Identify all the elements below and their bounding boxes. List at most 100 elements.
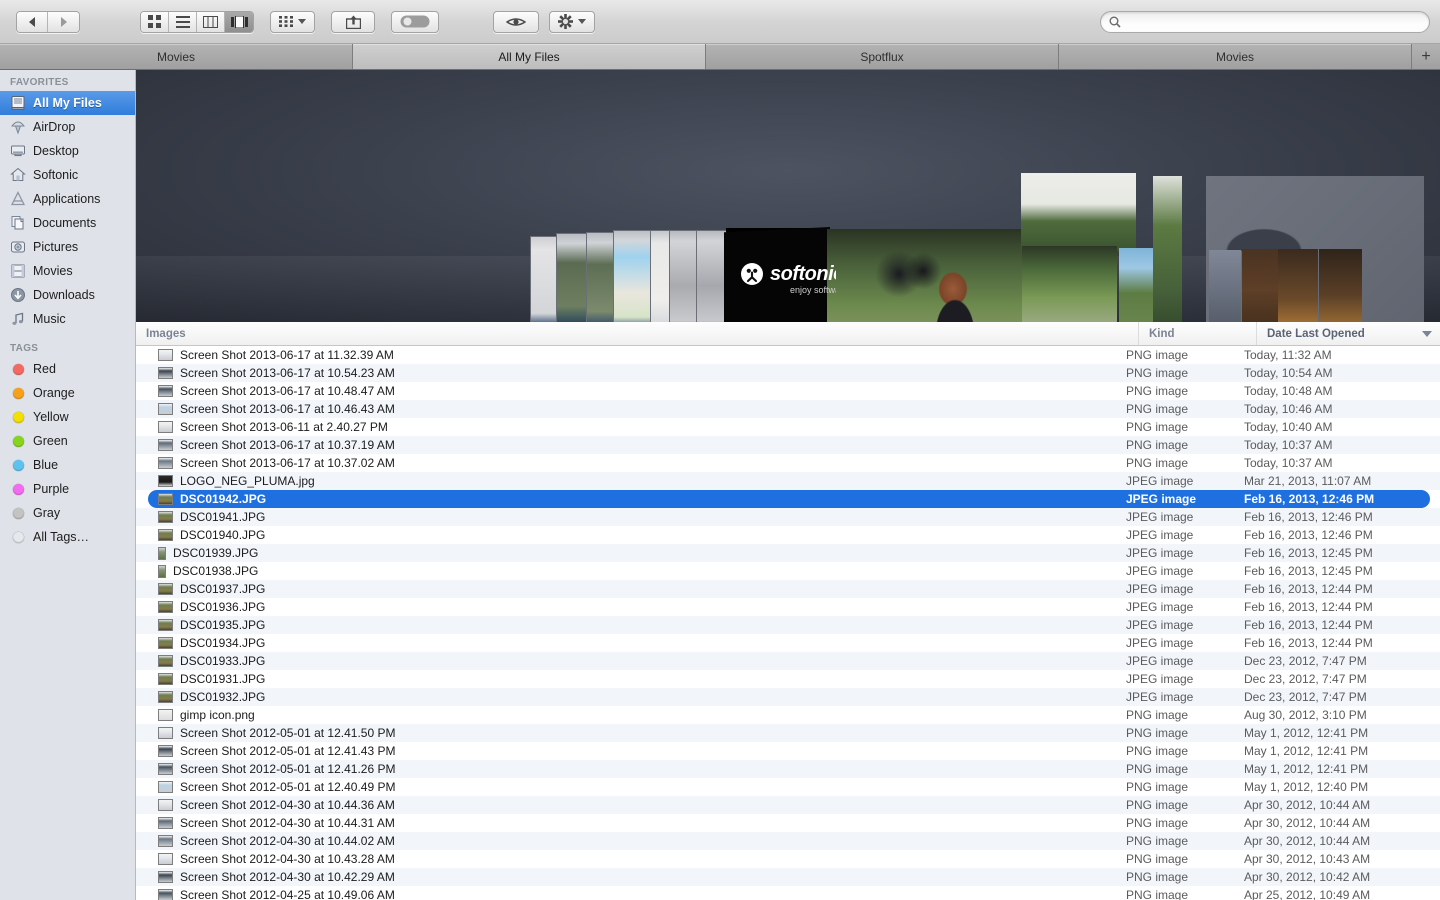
share-button[interactable] — [331, 10, 375, 33]
action-menu-button[interactable] — [549, 10, 595, 33]
table-row[interactable]: Screen Shot 2012-04-30 at 10.43.28 AM PNG… — [136, 850, 1440, 868]
coverflow-card-current[interactable] — [827, 229, 1023, 322]
sidebar-item-downloads[interactable]: Downloads — [0, 283, 135, 307]
sidebar-tag-orange[interactable]: Orange — [0, 381, 135, 405]
search-input[interactable] — [1126, 15, 1421, 29]
table-row[interactable]: LOGO_NEG_PLUMA.jpg JPEG image Mar 21, 2013… — [136, 472, 1440, 490]
forward-button[interactable] — [48, 11, 79, 32]
sidebar-tag-red[interactable]: Red — [0, 357, 135, 381]
coverflow-card[interactable] — [1209, 250, 1241, 322]
sidebar-item-pictures[interactable]: Pictures — [0, 235, 135, 259]
arrange-by-button[interactable] — [270, 10, 315, 33]
sidebar-tag-label: Blue — [33, 458, 59, 472]
cell-kind: JPEG image — [1126, 474, 1194, 488]
icon-view-button[interactable] — [141, 11, 169, 32]
cell-kind: PNG image — [1126, 708, 1189, 722]
screenshot-thumb-icon — [158, 817, 173, 829]
search-field[interactable] — [1100, 11, 1430, 33]
sidebar-item-documents[interactable]: Documents — [0, 211, 135, 235]
table-row[interactable]: Screen Shot 2012-04-30 at 10.44.36 AM PNG… — [136, 796, 1440, 814]
table-row[interactable]: DSC01932.JPG JPEG image Dec 23, 2012, 7:47… — [136, 688, 1440, 706]
sidebar-tag-green[interactable]: Green — [0, 429, 135, 453]
table-row[interactable]: Screen Shot 2012-04-30 at 10.44.02 AM PNG… — [136, 832, 1440, 850]
cell-name: DSC01933.JPG — [136, 654, 1126, 668]
file-name-label: Screen Shot 2012-05-01 at 12.41.26 PM — [180, 762, 396, 776]
table-row[interactable]: DSC01939.JPG JPEG image Feb 16, 2013, 12:4… — [136, 544, 1440, 562]
file-name-label: gimp icon.png — [180, 708, 255, 722]
table-row[interactable]: DSC01940.JPG JPEG image Feb 16, 2013, 12:4… — [136, 526, 1440, 544]
table-row[interactable]: DSC01937.JPG JPEG image Feb 16, 2013, 12:4… — [136, 580, 1440, 598]
table-row[interactable]: DSC01938.JPG JPEG image Feb 16, 2013, 12:4… — [136, 562, 1440, 580]
sidebar-item-desktop[interactable]: Desktop — [0, 139, 135, 163]
cell-name: Screen Shot 2012-04-30 at 10.43.28 AM — [136, 852, 1126, 866]
coverflow-card[interactable] — [1319, 249, 1362, 322]
file-name-label: LOGO_NEG_PLUMA.jpg — [180, 474, 315, 488]
table-row[interactable]: DSC01942.JPG JPEG image Feb 16, 2013, 12:4… — [136, 490, 1440, 508]
file-name-label: DSC01931.JPG — [180, 672, 266, 686]
tab-1[interactable]: All My Files — [353, 44, 706, 69]
coverflow-card[interactable] — [1153, 176, 1182, 322]
coverflow-card[interactable] — [1119, 248, 1154, 322]
table-row[interactable]: Screen Shot 2013-06-17 at 11.32.39 AM PNG… — [136, 346, 1440, 364]
tag-toggle-icon — [400, 15, 430, 28]
table-row[interactable]: Screen Shot 2012-05-01 at 12.41.26 PM PNG… — [136, 760, 1440, 778]
sidebar-tag-blue[interactable]: Blue — [0, 453, 135, 477]
list-view-button[interactable] — [169, 11, 197, 32]
sidebar-item-music[interactable]: Music — [0, 307, 135, 331]
table-row[interactable]: DSC01936.JPG JPEG image Feb 16, 2013, 12:4… — [136, 598, 1440, 616]
coverflow-view-button[interactable] — [225, 11, 253, 32]
column-header-images[interactable]: Images — [136, 322, 1138, 345]
coverflow-card[interactable] — [1242, 249, 1278, 322]
sidebar-item-softonic[interactable]: Softonic — [0, 163, 135, 187]
table-row[interactable]: Screen Shot 2013-06-11 at 2.40.27 PM PNG … — [136, 418, 1440, 436]
coverflow-card[interactable] — [1022, 246, 1117, 322]
edit-tags-button[interactable] — [391, 10, 439, 33]
table-row[interactable]: Screen Shot 2012-04-30 at 10.42.29 AM PNG… — [136, 868, 1440, 886]
new-tab-button[interactable]: + — [1412, 44, 1440, 69]
cell-date-last-opened: Feb 16, 2013, 12:46 PM — [1244, 528, 1373, 542]
table-row[interactable]: DSC01933.JPG JPEG image Dec 23, 2012, 7:47… — [136, 652, 1440, 670]
column-header-kind[interactable]: Kind — [1138, 322, 1256, 345]
table-row[interactable]: Screen Shot 2012-05-01 at 12.41.43 PM PNG… — [136, 742, 1440, 760]
table-row[interactable]: gimp icon.png PNG image Aug 30, 2012, 3:10… — [136, 706, 1440, 724]
column-header-date-last-opened[interactable]: Date Last Opened — [1256, 322, 1440, 345]
coverflow-card[interactable] — [1021, 173, 1136, 251]
table-row[interactable]: Screen Shot 2013-06-17 at 10.54.23 AM PNG… — [136, 364, 1440, 382]
file-name-label: DSC01941.JPG — [180, 510, 266, 524]
tab-2[interactable]: Spotflux — [706, 44, 1059, 69]
coverflow-card[interactable] — [1209, 211, 1319, 251]
coverflow-card[interactable] — [1278, 249, 1318, 322]
table-row[interactable]: Screen Shot 2012-04-25 at 10.49.06 AM PNG… — [136, 886, 1440, 900]
table-row[interactable]: DSC01935.JPG JPEG image Feb 16, 2013, 12:4… — [136, 616, 1440, 634]
sidebar-tag-gray[interactable]: Gray — [0, 501, 135, 525]
table-row[interactable]: Screen Shot 2013-06-17 at 10.48.47 AM PNG… — [136, 382, 1440, 400]
coverflow-pane[interactable]: softonic enjoy software DSC01942.JPG — [136, 70, 1440, 322]
table-row[interactable]: DSC01934.JPG JPEG image Feb 16, 2013, 12:4… — [136, 634, 1440, 652]
table-row[interactable]: Screen Shot 2013-06-17 at 10.37.02 AM PNG… — [136, 454, 1440, 472]
tab-3[interactable]: Movies — [1059, 44, 1412, 69]
table-row[interactable]: Screen Shot 2012-04-30 at 10.44.31 AM PNG… — [136, 814, 1440, 832]
cell-kind: JPEG image — [1126, 546, 1194, 560]
table-row[interactable]: Screen Shot 2013-06-17 at 10.37.19 AM PNG… — [136, 436, 1440, 454]
sidebar-tag-yellow[interactable]: Yellow — [0, 405, 135, 429]
table-row[interactable]: DSC01931.JPG JPEG image Dec 23, 2012, 7:47… — [136, 670, 1440, 688]
sidebar-tag-all-tags[interactable]: All Tags… — [0, 525, 135, 549]
tab-0[interactable]: Movies — [0, 44, 353, 69]
table-row[interactable]: DSC01941.JPG JPEG image Feb 16, 2013, 12:4… — [136, 508, 1440, 526]
cell-date-last-opened: Feb 16, 2013, 12:44 PM — [1244, 600, 1373, 614]
table-row[interactable]: Screen Shot 2012-05-01 at 12.40.49 PM PNG… — [136, 778, 1440, 796]
sidebar-item-movies[interactable]: Movies — [0, 259, 135, 283]
sidebar-item-airdrop[interactable]: AirDrop — [0, 115, 135, 139]
cell-kind: JPEG image — [1126, 672, 1194, 686]
file-list[interactable]: Screen Shot 2013-06-17 at 11.32.39 AM PNG… — [136, 346, 1440, 900]
back-button[interactable] — [17, 11, 48, 32]
quick-look-button[interactable] — [493, 10, 539, 33]
column-view-button[interactable] — [197, 11, 225, 32]
sidebar-item-all-my-files[interactable]: All My Files — [0, 91, 135, 115]
cell-date-last-opened: Aug 30, 2012, 3:10 PM — [1244, 708, 1367, 722]
sidebar-item-applications[interactable]: Applications — [0, 187, 135, 211]
table-row[interactable]: Screen Shot 2012-05-01 at 12.41.50 PM PNG… — [136, 724, 1440, 742]
chevron-down-icon — [578, 19, 586, 24]
table-row[interactable]: Screen Shot 2013-06-17 at 10.46.43 AM PNG… — [136, 400, 1440, 418]
sidebar-tag-purple[interactable]: Purple — [0, 477, 135, 501]
